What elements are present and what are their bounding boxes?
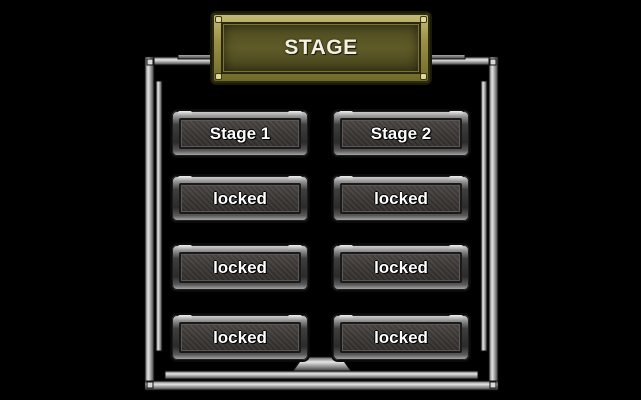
button-panel: locked <box>340 183 462 214</box>
stage-label: locked <box>213 188 267 208</box>
stage-button-3[interactable]: locked <box>172 176 308 221</box>
button-panel: Stage 2 <box>340 118 462 149</box>
stage-button-4[interactable]: locked <box>333 176 469 221</box>
button-cap <box>339 315 353 321</box>
button-cap <box>288 245 302 251</box>
title-panel: STAGE <box>221 22 421 74</box>
button-panel: locked <box>340 252 462 283</box>
button-cap <box>449 111 463 117</box>
button-panel: locked <box>179 252 301 283</box>
stage-label: locked <box>374 327 428 347</box>
button-cap <box>449 176 463 182</box>
stage-button-1[interactable]: Stage 1 <box>172 111 308 156</box>
stage-label: locked <box>213 257 267 277</box>
button-cap <box>288 176 302 182</box>
rivet-icon <box>421 74 426 79</box>
button-cap <box>178 176 192 182</box>
button-cap <box>288 111 302 117</box>
rivet-icon <box>216 74 221 79</box>
button-cap <box>178 111 192 117</box>
button-panel: locked <box>179 322 301 353</box>
stage-button-5[interactable]: locked <box>172 245 308 290</box>
button-cap <box>288 315 302 321</box>
stage-label: locked <box>213 327 267 347</box>
rivet-icon <box>421 17 426 22</box>
title-plate: STAGE <box>212 13 430 83</box>
button-panel: Stage 1 <box>179 118 301 149</box>
stage-label: locked <box>374 188 428 208</box>
stage-label: locked <box>374 257 428 277</box>
button-panel: locked <box>179 183 301 214</box>
stage-button-8[interactable]: locked <box>333 315 469 360</box>
button-panel: locked <box>340 322 462 353</box>
button-cap <box>339 111 353 117</box>
button-cap <box>449 315 463 321</box>
button-cap <box>449 245 463 251</box>
button-cap <box>178 315 192 321</box>
stage-button-7[interactable]: locked <box>172 315 308 360</box>
stage-button-6[interactable]: locked <box>333 245 469 290</box>
stage-label: Stage 1 <box>209 123 271 143</box>
button-cap <box>339 245 353 251</box>
page-title: STAGE <box>284 36 358 59</box>
stage-label: Stage 2 <box>370 123 432 143</box>
stage-button-2[interactable]: Stage 2 <box>333 111 469 156</box>
button-cap <box>339 176 353 182</box>
button-cap <box>178 245 192 251</box>
